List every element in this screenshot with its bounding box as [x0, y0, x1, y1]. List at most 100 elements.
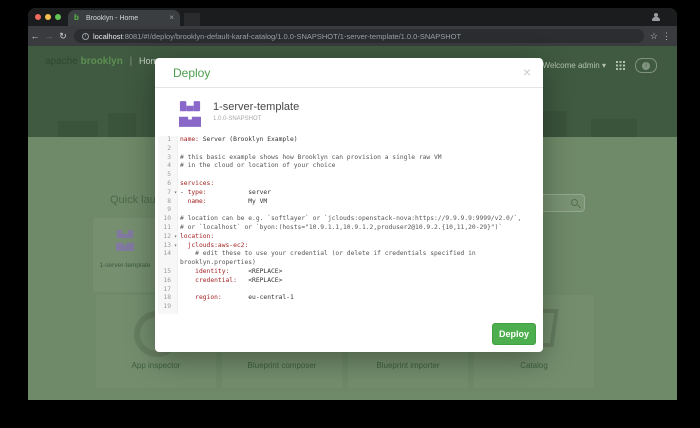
code-line[interactable]: 14 # edit these to use your credential (…: [158, 250, 540, 259]
code-text: - type: server: [180, 189, 271, 198]
code-line[interactable]: 3# this basic example shows how Brooklyn…: [158, 154, 540, 163]
line-number: 19: [158, 303, 171, 312]
app-meta: 1-server-template 1.0.0-SNAPSHOT: [213, 101, 299, 127]
app-grid-icon[interactable]: [616, 61, 625, 70]
brand-apache: apache: [45, 56, 78, 67]
modal-header: Deploy ×: [155, 58, 543, 88]
brooklyn-app-icon: [116, 230, 134, 251]
deploy-modal: Deploy × 1-server-template 1.0.0-SNAPSHO…: [155, 58, 543, 352]
line-number: 16: [158, 277, 171, 286]
code-line[interactable]: 17: [158, 286, 540, 295]
tab-strip: b Brooklyn - Home ×: [28, 8, 677, 26]
fold-arrow-icon[interactable]: ▾: [171, 189, 180, 198]
line-number: 10: [158, 215, 171, 224]
code-text: services:: [180, 180, 214, 189]
screenshot-frame: b Brooklyn - Home × ← → ↻ i localhost:80…: [0, 0, 700, 428]
line-number: 2: [158, 145, 171, 154]
forward-icon[interactable]: →: [42, 31, 56, 41]
line-number: 4: [158, 162, 171, 171]
yaml-editor[interactable]: 1name: Server (Brooklyn Example)23# this…: [158, 136, 540, 314]
browser-tab[interactable]: b Brooklyn - Home ×: [68, 10, 180, 26]
code-line[interactable]: 8 name: My VM: [158, 198, 540, 207]
code-text: # or `localhost` or `byon:(hosts="10.9.1…: [180, 224, 502, 233]
quick-launch-tile-1-server-template[interactable]: 1-server-template: [93, 218, 157, 292]
tab-close-icon[interactable]: ×: [169, 14, 174, 22]
fold-spacer: [171, 180, 180, 189]
code-line[interactable]: 2: [158, 145, 540, 154]
url-text: localhost:8081/#!/deploy/brooklyn-defaul…: [93, 32, 461, 41]
skyline-decoration: [108, 113, 136, 137]
code-line[interactable]: 6services:: [158, 180, 540, 189]
info-icon: i: [642, 62, 650, 70]
window-close-button[interactable]: [35, 14, 41, 20]
tile-label: Blueprint importer: [376, 361, 439, 370]
brooklyn-app-icon: [179, 101, 201, 127]
chevron-down-icon: ▾: [602, 61, 606, 70]
fold-spacer: [171, 250, 180, 259]
line-number: 12: [158, 233, 171, 242]
line-number: 18: [158, 294, 171, 303]
fold-spacer: [171, 198, 180, 207]
quick-launch-tile-label: 1-server-template: [93, 262, 157, 269]
brand-logo[interactable]: apache brooklyn | Home: [45, 56, 163, 67]
code-line[interactable]: 18 region: eu-central-1: [158, 294, 540, 303]
yaml-editor-lines: 1name: Server (Brooklyn Example)23# this…: [158, 136, 540, 312]
code-line[interactable]: 1name: Server (Brooklyn Example): [158, 136, 540, 145]
fold-spacer: [171, 206, 180, 215]
tile-label: App inspector: [132, 361, 181, 370]
app-version: 1.0.0-SNAPSHOT: [213, 116, 299, 122]
new-tab-button[interactable]: [184, 13, 200, 26]
tile-label: Catalog: [520, 361, 548, 370]
line-number: 17: [158, 286, 171, 295]
address-bar[interactable]: i localhost:8081/#!/deploy/brooklyn-defa…: [74, 29, 644, 43]
welcome-label: Welcome admin: [543, 61, 600, 70]
browser-profile-icon[interactable]: [651, 12, 661, 22]
url-host: localhost: [93, 32, 123, 41]
line-number: 3: [158, 154, 171, 163]
search-icon: [571, 199, 578, 206]
reload-icon[interactable]: ↻: [56, 31, 70, 42]
fold-spacer: [171, 215, 180, 224]
page-info-icon[interactable]: i: [82, 33, 89, 40]
skyline-decoration: [58, 121, 98, 137]
fold-spacer: [171, 171, 180, 180]
code-text: credential: <REPLACE>: [180, 277, 282, 286]
bookmark-star-icon[interactable]: ☆: [650, 31, 658, 42]
line-number: 11: [158, 224, 171, 233]
back-icon[interactable]: ←: [28, 31, 42, 41]
code-line[interactable]: 7▾- type: server: [158, 189, 540, 198]
fold-spacer: [171, 145, 180, 154]
line-number: 9: [158, 206, 171, 215]
code-line[interactable]: 9: [158, 206, 540, 215]
window-minimize-button[interactable]: [45, 14, 51, 20]
code-line[interactable]: 15 identity: <REPLACE>: [158, 268, 540, 277]
fold-arrow-icon[interactable]: ▾: [171, 242, 180, 251]
fold-spacer: [171, 162, 180, 171]
fold-spacer: [171, 303, 180, 312]
code-line[interactable]: 16 credential: <REPLACE>: [158, 277, 540, 286]
deploy-button[interactable]: Deploy: [492, 323, 536, 345]
code-line[interactable]: 5: [158, 171, 540, 180]
code-line[interactable]: 11 # or `localhost` or `byon:(hosts="10.9…: [158, 224, 540, 233]
line-number: 8: [158, 198, 171, 207]
line-number: 5: [158, 171, 171, 180]
code-line[interactable]: 13▾ jclouds:aws-ec2:: [158, 242, 540, 251]
fold-arrow-icon[interactable]: ▾: [171, 233, 180, 242]
welcome-admin-dropdown[interactable]: Welcome admin ▾: [543, 61, 606, 70]
line-number: 1: [158, 136, 171, 145]
tab-title: Brooklyn - Home: [86, 15, 165, 22]
fold-spacer: [171, 286, 180, 295]
code-line[interactable]: 4# in the cloud or location of your choi…: [158, 162, 540, 171]
code-text: # location can be e.g. `softlayer` or `j…: [180, 215, 521, 224]
code-line[interactable]: 10 # location can be e.g. `softlayer` or …: [158, 215, 540, 224]
code-line[interactable]: brooklyn.properties): [158, 259, 540, 268]
help-button[interactable]: i: [635, 58, 657, 73]
code-line[interactable]: 19: [158, 303, 540, 312]
code-line[interactable]: 12▾location:: [158, 233, 540, 242]
line-number: 15: [158, 268, 171, 277]
brand-separator: |: [130, 56, 133, 67]
browser-menu-icon[interactable]: ⋮: [662, 31, 671, 42]
fold-spacer: [171, 277, 180, 286]
modal-close-icon[interactable]: ×: [523, 64, 531, 80]
window-zoom-button[interactable]: [55, 14, 61, 20]
